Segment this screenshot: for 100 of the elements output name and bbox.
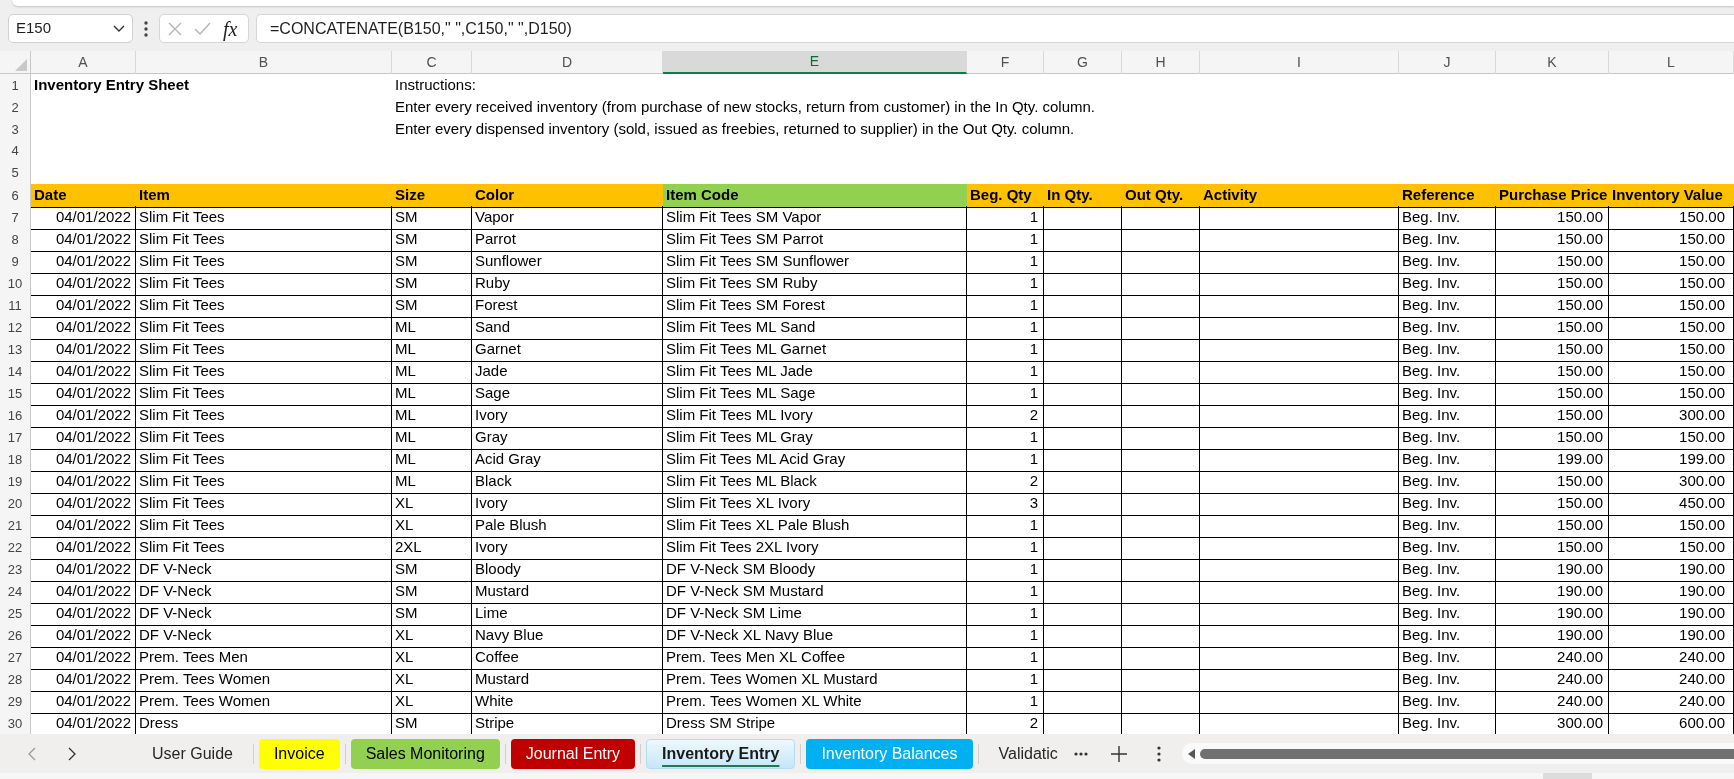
column-letter[interactable]: F: [967, 51, 1044, 74]
table-cell: Gray: [472, 426, 663, 450]
table-cell: Slim Fit Tees: [136, 470, 392, 494]
row-number[interactable]: 12: [0, 316, 31, 340]
row-number[interactable]: 22: [0, 536, 31, 560]
row-number[interactable]: 16: [0, 404, 31, 428]
table-cell: Slim Fit Tees: [136, 492, 392, 516]
table-cell: SM: [392, 558, 472, 582]
sheet-tab[interactable]: Validatic: [983, 739, 1073, 769]
sheet-tab[interactable]: Invoice: [258, 739, 340, 769]
table-cell: 150.00: [1496, 316, 1609, 340]
table-cell: 150.00: [1609, 294, 1734, 318]
more-vertical-icon[interactable]: [144, 20, 148, 37]
row-number[interactable]: 21: [0, 514, 31, 538]
row-number[interactable]: 17: [0, 426, 31, 450]
horizontal-scrollbar[interactable]: [1181, 743, 1734, 764]
column-letter[interactable]: E: [663, 51, 967, 74]
table-cell: 150.00: [1496, 338, 1609, 362]
table-cell: 300.00: [1609, 404, 1734, 428]
table-cell: 150.00: [1609, 360, 1734, 384]
table-cell: Beg. Inv.: [1399, 470, 1496, 494]
table-cell: 190.00: [1496, 558, 1609, 582]
column-letter[interactable]: C: [392, 51, 472, 74]
table-cell: DF V-Neck: [136, 624, 392, 648]
left-triangle-icon[interactable]: [1187, 748, 1195, 759]
column-heading: In Qty.: [1044, 184, 1122, 208]
column-heading: Out Qty.: [1122, 184, 1200, 208]
table-cell: 190.00: [1496, 602, 1609, 626]
row-number[interactable]: 1: [0, 74, 31, 97]
column-letter[interactable]: G: [1044, 51, 1122, 74]
row-number[interactable]: 14: [0, 360, 31, 384]
insert-function-button[interactable]: fx: [223, 18, 238, 39]
column-letter[interactable]: I: [1200, 51, 1399, 74]
formula-field[interactable]: =CONCATENATE(B150," ",C150," ",D150): [256, 14, 1734, 43]
row-number[interactable]: 18: [0, 448, 31, 472]
table-cell: Beg. Inv.: [1399, 360, 1496, 384]
check-icon[interactable]: [194, 22, 211, 35]
table-cell: XL: [392, 690, 472, 714]
plus-icon: [1110, 746, 1127, 762]
table-cell: Beg. Inv.: [1399, 228, 1496, 252]
column-letter[interactable]: K: [1496, 51, 1609, 74]
row-number[interactable]: 11: [0, 294, 31, 318]
table-cell: Slim Fit Tees ML Sage: [663, 382, 967, 406]
scrollbar-thumb[interactable]: [1199, 748, 1734, 759]
table-cell: 150.00: [1496, 426, 1609, 450]
table-cell: Prem. Tees Women: [136, 668, 392, 692]
row-number[interactable]: 24: [0, 580, 31, 604]
row-number[interactable]: 13: [0, 338, 31, 362]
column-letter[interactable]: H: [1122, 51, 1200, 74]
table-cell: 2: [967, 404, 1044, 428]
sheet-tab[interactable]: User Guide: [137, 739, 248, 769]
column-letter[interactable]: B: [136, 51, 392, 74]
row-number[interactable]: 27: [0, 646, 31, 670]
column-letter[interactable]: L: [1609, 51, 1734, 74]
table-cell: DF V-Neck: [136, 602, 392, 626]
table-cell: SM: [392, 580, 472, 604]
table-cell: Slim Fit Tees: [136, 228, 392, 252]
table-cell: 150.00: [1496, 272, 1609, 296]
table-cell: 150.00: [1496, 382, 1609, 406]
sheet-tab[interactable]: Journal Entry: [510, 739, 636, 769]
row-number[interactable]: 26: [0, 624, 31, 648]
sheet-tab[interactable]: Sales Monitoring: [350, 739, 500, 769]
row-number[interactable]: 28: [0, 668, 31, 692]
column-heading: Reference: [1399, 184, 1496, 208]
row-number[interactable]: 9: [0, 250, 31, 274]
row-number[interactable]: 20: [0, 492, 31, 516]
table-cell: 1: [967, 536, 1044, 560]
table-cell: SM: [392, 602, 472, 626]
row-number[interactable]: 29: [0, 690, 31, 714]
row-number[interactable]: 10: [0, 272, 31, 296]
table-cell: 1: [967, 228, 1044, 252]
row-number[interactable]: 15: [0, 382, 31, 406]
table-cell: 150.00: [1496, 514, 1609, 538]
table-cell: Sage: [472, 382, 663, 406]
sheet-tab[interactable]: Inventory Entry: [646, 739, 796, 769]
row-number[interactable]: 3: [0, 118, 31, 141]
table-cell: 150.00: [1496, 404, 1609, 428]
row-number[interactable]: 4: [0, 140, 31, 162]
row-number[interactable]: 23: [0, 558, 31, 582]
row-number[interactable]: 7: [0, 206, 31, 230]
table-cell: 240.00: [1609, 646, 1734, 670]
row-number[interactable]: 25: [0, 602, 31, 626]
table-cell: Beg. Inv.: [1399, 580, 1496, 604]
column-letter[interactable]: J: [1399, 51, 1496, 74]
table-cell: 150.00: [1609, 316, 1734, 340]
table-cell: Beg. Inv.: [1399, 536, 1496, 560]
column-letter[interactable]: A: [31, 51, 136, 74]
row-number[interactable]: 2: [0, 96, 31, 119]
table-cell: Slim Fit Tees SM Forest: [663, 294, 967, 318]
row-number[interactable]: 19: [0, 470, 31, 494]
table-cell: Beg. Inv.: [1399, 250, 1496, 274]
table-cell: Slim Fit Tees XL Ivory: [663, 492, 967, 516]
row-number[interactable]: 8: [0, 228, 31, 252]
row-number[interactable]: 6: [0, 184, 31, 208]
name-box[interactable]: E150: [8, 14, 133, 43]
row-number[interactable]: 30: [0, 712, 31, 736]
row-number[interactable]: 5: [0, 162, 31, 184]
table-cell: Jade: [472, 360, 663, 384]
table-cell: Ivory: [472, 404, 663, 428]
table-cell: Lime: [472, 602, 663, 626]
